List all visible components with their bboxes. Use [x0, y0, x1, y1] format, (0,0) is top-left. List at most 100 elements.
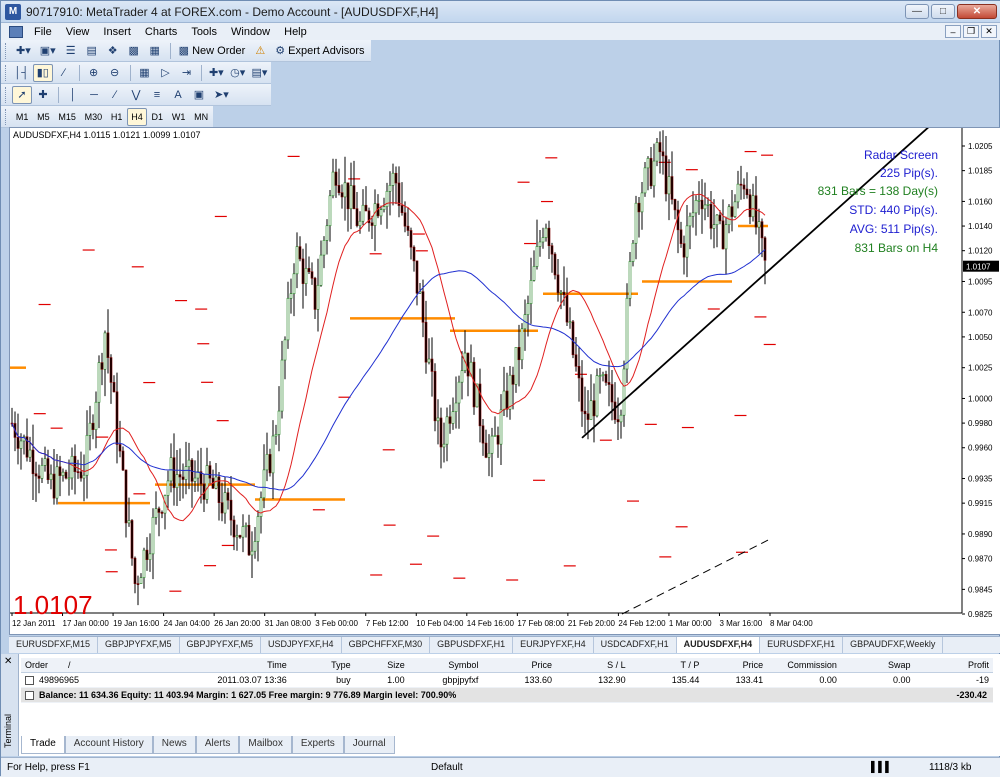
candle-body	[520, 328, 524, 361]
chart-window[interactable]: 1.0205 1.0185 1.0160 1.0140 1.0120 1.0095 1.00…	[9, 127, 1000, 635]
col-swap[interactable]: Swap	[841, 660, 915, 670]
tile-windows-icon[interactable]: ▦	[134, 64, 154, 82]
col-price[interactable]: Price	[482, 660, 556, 670]
indicators-icon[interactable]: ✚▾	[206, 64, 226, 82]
arrows-icon[interactable]: ➤▾	[210, 86, 233, 104]
col-cur-price[interactable]: Price	[703, 660, 767, 670]
zoom-out-icon[interactable]: ⊖	[105, 64, 125, 82]
menu-help[interactable]: Help	[277, 26, 314, 38]
data-window-icon[interactable]: ▤	[82, 42, 102, 60]
col-order[interactable]: Order /	[21, 660, 139, 670]
candle-body	[496, 435, 500, 445]
tf-m5[interactable]: M5	[33, 108, 53, 126]
child-restore-button[interactable]: ❐	[963, 25, 979, 38]
tf-m30[interactable]: M30	[81, 108, 106, 126]
chart-tab[interactable]: GBPAUDFXF,Weekly	[843, 637, 944, 653]
chart-tab[interactable]: EURUSDFXF,M15	[9, 637, 99, 653]
vertical-line-icon[interactable]: │	[63, 86, 83, 104]
autotrading-warning-icon[interactable]: ⚠	[250, 42, 270, 60]
candle-body	[352, 185, 356, 209]
menu-insert[interactable]: Insert	[96, 26, 138, 38]
terminal-close-icon[interactable]: ✕	[4, 656, 12, 667]
new-order-button[interactable]: ▩ New Order	[175, 42, 250, 60]
menu-view[interactable]: View	[59, 26, 97, 38]
minimize-button[interactable]: —	[905, 4, 929, 19]
terminal-tab-account-history[interactable]: Account History	[64, 736, 153, 754]
col-commission[interactable]: Commission	[767, 660, 841, 670]
candle-body	[67, 477, 71, 480]
terminal-tab-experts[interactable]: Experts	[291, 736, 344, 754]
radar-line: STD: 440 Pip(s).	[849, 203, 938, 217]
strategy-tester-icon[interactable]: ▦	[145, 42, 165, 60]
tf-mn[interactable]: MN	[190, 108, 212, 126]
tf-w1[interactable]: W1	[168, 108, 189, 126]
periods-icon[interactable]: ◷▾	[227, 64, 247, 82]
terminal-tab-trade[interactable]: Trade	[21, 736, 65, 754]
navigator-icon[interactable]: ❖	[103, 42, 123, 60]
candle-body	[421, 291, 425, 323]
col-time[interactable]: Time	[139, 660, 291, 670]
cursor-icon[interactable]: ➚	[12, 85, 32, 104]
chart-tab[interactable]: GBPJPYFXF,M5	[98, 637, 180, 653]
terminal-icon[interactable]: ▩	[124, 42, 144, 60]
chart-tab[interactable]: EURJPYFXF,H4	[513, 637, 594, 653]
chart-tab[interactable]: USDJPYFXF,H4	[261, 637, 342, 653]
expert-advisors-button[interactable]: ⚙ Expert Advisors	[271, 42, 368, 60]
chart-shift-icon[interactable]: ⇥	[176, 64, 196, 82]
zoom-in-icon[interactable]: ⊕	[84, 64, 104, 82]
autoscroll-icon[interactable]: ▷	[155, 64, 175, 82]
col-symbol[interactable]: Symbol	[409, 660, 483, 670]
profiles-icon[interactable]: ▣▾	[36, 42, 60, 60]
bar-chart-icon[interactable]: │┤	[12, 64, 32, 82]
terminal-tab-mailbox[interactable]: Mailbox	[239, 736, 292, 754]
candle-body	[502, 390, 506, 411]
chart-tab[interactable]: GBPCHFFXF,M30	[342, 637, 431, 653]
equidistant-channel-icon[interactable]: ⋁	[126, 86, 146, 104]
trendline-icon[interactable]: ∕	[105, 86, 125, 104]
menu-tools[interactable]: Tools	[184, 26, 224, 38]
tf-d1[interactable]: D1	[148, 108, 167, 126]
menu-charts[interactable]: Charts	[138, 26, 184, 38]
chart-window-icon[interactable]	[9, 25, 23, 38]
candle-body	[439, 417, 443, 448]
col-type[interactable]: Type	[291, 660, 355, 670]
crosshair-icon[interactable]: ✚	[33, 86, 53, 104]
candle-body	[568, 321, 572, 324]
order-cur-price: 133.41	[735, 675, 764, 685]
tf-m1[interactable]: M1	[12, 108, 32, 126]
tf-m15[interactable]: M15	[55, 108, 80, 126]
candle-body	[64, 471, 68, 479]
terminal-tab-alerts[interactable]: Alerts	[195, 736, 240, 754]
terminal-tab-journal[interactable]: Journal	[343, 736, 395, 754]
child-close-button[interactable]: ✕	[981, 25, 997, 38]
periodicity-toolbar: M1 M5 M15 M30 H1 H4 D1 W1 MN	[1, 106, 213, 128]
fibonacci-icon[interactable]: ≡	[147, 86, 167, 104]
candlestick-icon[interactable]: ▮▯	[32, 63, 53, 82]
menu-window[interactable]: Window	[224, 26, 277, 38]
text-label-icon[interactable]: ▣	[189, 86, 209, 104]
col-sl[interactable]: S / L	[556, 660, 630, 670]
text-tool-icon[interactable]: A	[168, 86, 188, 104]
chart-tab[interactable]: USDCADFXF,H1	[594, 637, 677, 653]
col-size[interactable]: Size	[355, 660, 409, 670]
col-tp[interactable]: T / P	[630, 660, 704, 670]
maximize-button[interactable]: □	[931, 4, 955, 19]
templates-icon[interactable]: ▤▾	[249, 64, 270, 82]
tf-h1[interactable]: H1	[107, 108, 126, 126]
tf-h4[interactable]: H4	[127, 107, 147, 126]
chart-tab[interactable]: AUDUSDFXF,H4	[676, 637, 761, 653]
chart-tab[interactable]: GBPJPYFXF,M5	[180, 637, 262, 653]
horizontal-line-icon[interactable]: ─	[84, 86, 104, 104]
menu-file[interactable]: File	[27, 26, 59, 38]
terminal-tab-news[interactable]: News	[152, 736, 196, 754]
chart-tab[interactable]: EURUSDFXF,H1	[760, 637, 844, 653]
chart-tab[interactable]: GBPUSDFXF,H1	[430, 637, 514, 653]
col-profit[interactable]: Profit	[915, 660, 994, 670]
close-button[interactable]: ✕	[957, 4, 997, 19]
line-chart-icon[interactable]: ∕	[54, 64, 74, 82]
child-minimize-button[interactable]: –	[945, 25, 961, 38]
order-row[interactable]: 49896965 2011.03.07 13:36 buy 1.00 gbpjp…	[21, 673, 993, 688]
order-id: 49896965	[39, 674, 80, 685]
new-chart-icon[interactable]: ✚▾	[12, 42, 35, 60]
market-watch-icon[interactable]: ☰	[61, 42, 81, 60]
